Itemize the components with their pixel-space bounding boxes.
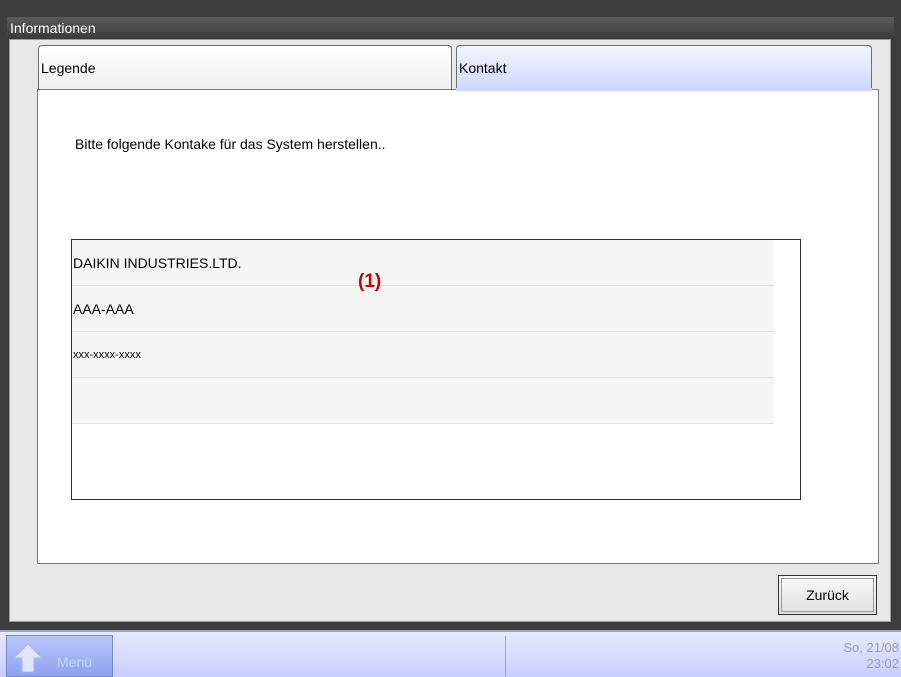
tab-legende[interactable]: Legende bbox=[38, 45, 452, 89]
date-text: So, 21/08 bbox=[843, 640, 899, 655]
info-window: Legende Kontakt Bitte folgende Kontake f… bbox=[9, 39, 891, 622]
back-button[interactable]: Zurück bbox=[778, 575, 877, 615]
instruction-text: Bitte folgende Kontake für das System he… bbox=[75, 136, 386, 152]
contact-list: DAIKIN INDUSTRIES.LTD. AAA-AAA xxx-xxxx-… bbox=[71, 239, 801, 500]
contact-row-company: DAIKIN INDUSTRIES.LTD. bbox=[72, 240, 774, 286]
callout-marker: (1) bbox=[358, 271, 382, 292]
datetime-display: So, 21/08 23:02 bbox=[843, 640, 899, 672]
menu-label: Menü bbox=[57, 654, 93, 670]
contact-row-empty bbox=[72, 378, 774, 424]
footer-divider bbox=[505, 636, 506, 676]
tab-kontakt[interactable]: Kontakt bbox=[456, 45, 872, 89]
tab-kontakt-connector bbox=[456, 88, 872, 91]
time-text: 23:02 bbox=[866, 656, 899, 671]
contact-row-phone: xxx-xxxx-xxxx bbox=[72, 332, 774, 378]
window-title: Informationen bbox=[7, 17, 894, 39]
arrow-up-icon bbox=[13, 643, 43, 673]
contact-row-name: AAA-AAA bbox=[72, 286, 774, 332]
footer-bar: Menü So, 21/08 23:02 bbox=[0, 630, 901, 677]
menu-button[interactable]: Menü bbox=[6, 635, 113, 677]
kontakt-panel: Bitte folgende Kontake für das System he… bbox=[37, 89, 879, 564]
